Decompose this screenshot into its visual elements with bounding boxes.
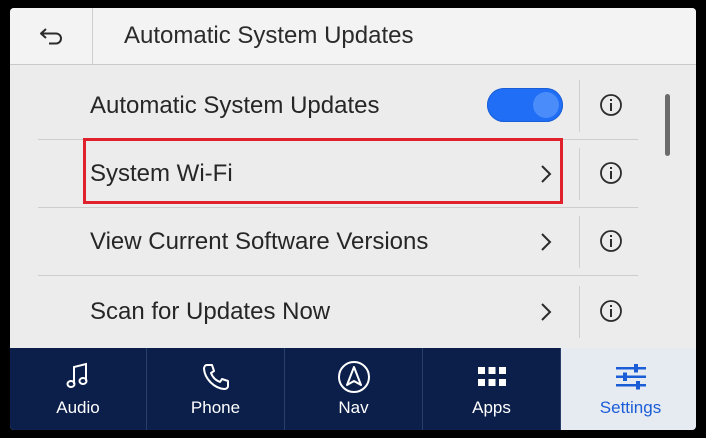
nav-label: Audio xyxy=(56,398,100,417)
music-note-icon xyxy=(66,362,88,388)
info-icon[interactable] xyxy=(600,230,622,252)
row-label: Automatic System Updates xyxy=(90,92,380,119)
phone-icon xyxy=(202,364,229,390)
highlight-box xyxy=(83,138,563,204)
info-icon[interactable] xyxy=(600,300,622,322)
divider xyxy=(579,286,580,338)
divider xyxy=(579,80,580,132)
list-item-automatic-system-updates[interactable]: Automatic System Updates xyxy=(10,72,696,140)
bottom-nav: Audio Phone Nav Apps Settings xyxy=(10,348,696,430)
nav-label: Settings xyxy=(599,398,662,417)
list-item-view-software-versions[interactable]: View Current Software Versions xyxy=(10,208,696,276)
scrollbar[interactable] xyxy=(665,94,670,156)
info-icon[interactable] xyxy=(600,94,622,116)
chevron-right-icon xyxy=(541,303,552,321)
back-button[interactable] xyxy=(10,8,93,64)
nav-label: Phone xyxy=(190,398,241,417)
auto-updates-toggle[interactable] xyxy=(487,88,563,122)
nav-item-nav[interactable]: Nav xyxy=(285,348,423,430)
row-label: Scan for Updates Now xyxy=(90,298,331,325)
divider xyxy=(579,148,580,200)
toggle-knob xyxy=(533,92,559,118)
chevron-right-icon xyxy=(541,233,552,251)
row-divider xyxy=(38,275,638,276)
row-label: View Current Software Versions xyxy=(90,228,429,255)
screen: Automatic System Updates Automatic Syste… xyxy=(10,8,696,430)
nav-item-audio[interactable]: Audio xyxy=(10,348,147,430)
list-item-scan-for-updates[interactable]: Scan for Updates Now xyxy=(10,278,696,346)
back-arrow-icon xyxy=(40,28,62,45)
nav-item-settings[interactable]: Settings xyxy=(561,348,696,430)
header: Automatic System Updates xyxy=(10,8,696,65)
nav-item-apps[interactable]: Apps xyxy=(423,348,561,430)
settings-sliders-icon xyxy=(615,364,646,390)
info-icon[interactable] xyxy=(600,162,622,184)
nav-label: Nav xyxy=(338,398,369,417)
nav-item-phone[interactable]: Phone xyxy=(147,348,285,430)
navigation-arrow-icon xyxy=(337,361,370,393)
divider xyxy=(579,216,580,268)
page-title: Automatic System Updates xyxy=(124,22,414,49)
apps-grid-icon xyxy=(477,367,506,386)
nav-label: Apps xyxy=(472,398,511,417)
